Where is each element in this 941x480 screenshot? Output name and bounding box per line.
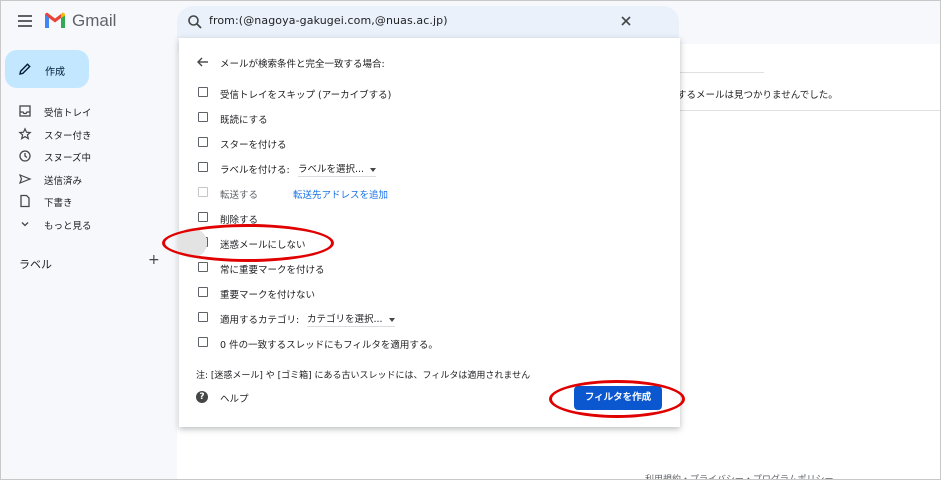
compose-label: 作成: [45, 67, 65, 78]
help-icon: ?: [196, 391, 208, 403]
search-icon[interactable]: [187, 14, 203, 30]
sidebar-item-snoozed[interactable]: スヌーズ中: [0, 145, 175, 168]
option-label: 削除する: [220, 215, 259, 226]
option-never-spam: 迷惑メールにしない: [196, 234, 666, 252]
category-select[interactable]: カテゴリを選択...: [307, 311, 395, 327]
option-delete: 削除する: [196, 209, 666, 227]
option-forward: 転送する 転送先アドレスを追加: [196, 184, 666, 202]
help-label: ヘルプ: [220, 394, 249, 405]
dropdown-arrow-icon: [370, 167, 377, 172]
option-star: スターを付ける: [196, 134, 666, 152]
divider: [680, 110, 941, 111]
option-mark-read: 既読にする: [196, 109, 666, 127]
checkbox[interactable]: [198, 162, 208, 172]
star-icon: [18, 126, 32, 140]
sidebar-item-more[interactable]: もっと見る: [0, 213, 175, 236]
add-label-icon[interactable]: +: [148, 252, 160, 268]
option-label: 0 件の一致するスレッドにもフィルタを適用する。: [220, 340, 438, 351]
option-never-important: 重要マークを付けない: [196, 284, 666, 302]
option-label: 重要マークを付けない: [220, 290, 316, 301]
checkbox[interactable]: [198, 212, 208, 222]
option-label: 受信トレイをスキップ (アーカイブする): [220, 90, 392, 101]
sidebar-nav: 受信トレイ スター付き スヌーズ中 送信済み 下書き もっと見る: [0, 100, 175, 235]
option-apply-existing: 0 件の一致するスレッドにもフィルタを適用する。: [196, 334, 666, 352]
option-label: 既読にする: [220, 115, 268, 126]
main-menu-icon[interactable]: [18, 15, 32, 27]
category-select-value: カテゴリを選択...: [307, 314, 383, 325]
search-input[interactable]: from:(@nagoya-gakugei.com,@nuas.ac.jp): [209, 14, 448, 27]
labels-heading: ラベル: [19, 258, 52, 271]
sidebar-item-inbox[interactable]: 受信トレイ: [0, 100, 175, 123]
sidebar-item-sent[interactable]: 送信済み: [0, 168, 175, 191]
option-label: 迷惑メールにしない: [220, 240, 306, 251]
sidebar-item-label: スヌーズ中: [44, 153, 92, 164]
checkbox[interactable]: [198, 262, 208, 272]
back-arrow-icon[interactable]: [196, 55, 210, 69]
option-apply-label: ラベルを付ける: ラベルを選択...: [196, 159, 666, 177]
sidebar-item-label: もっと見る: [44, 220, 92, 232]
option-label: スターを付ける: [220, 140, 287, 151]
label-select-value: ラベルを選択...: [298, 164, 365, 175]
search-bar[interactable]: from:(@nagoya-gakugei.com,@nuas.ac.jp): [177, 6, 679, 38]
filter-note: 注: [迷惑メール] や [ゴミ箱] にある古いスレッドには、フィルタは適用され…: [196, 371, 531, 381]
option-label: 適用するカテゴリ:: [220, 315, 300, 326]
checkbox[interactable]: [198, 187, 208, 197]
sidebar-item-drafts[interactable]: 下書き: [0, 190, 175, 213]
sidebar-item-label: 送信済み: [44, 175, 83, 187]
option-label: ラベルを付ける:: [220, 165, 290, 176]
app-name: Gmail: [72, 11, 117, 30]
inbox-icon: [19, 105, 31, 117]
option-skip-inbox: 受信トレイをスキップ (アーカイブする): [196, 84, 666, 102]
close-icon[interactable]: [618, 13, 634, 29]
checkbox[interactable]: [198, 87, 208, 97]
sidebar-item-label: スター付き: [44, 130, 92, 142]
add-forwarding-address-link[interactable]: 転送先アドレスを追加: [293, 187, 388, 201]
pencil-icon: [19, 63, 31, 75]
option-always-important: 常に重要マークを付ける: [196, 259, 666, 277]
label-select[interactable]: ラベルを選択...: [298, 161, 377, 177]
checkbox[interactable]: [198, 337, 208, 347]
option-label: 常に重要マークを付ける: [220, 265, 325, 276]
dropdown-arrow-icon: [388, 317, 395, 322]
draft-icon: [20, 194, 30, 208]
checkbox[interactable]: [198, 112, 208, 122]
checkbox[interactable]: [198, 287, 208, 297]
send-icon: [18, 173, 32, 184]
chevron-down-icon: [21, 221, 29, 226]
sidebar-item-label: 受信トレイ: [44, 108, 92, 119]
compose-button[interactable]: 作成: [5, 50, 89, 88]
footer-links[interactable]: 利用規約・プライバシー・プログラムポリシー: [645, 472, 834, 480]
checkbox-focus-ring: [177, 228, 207, 258]
option-category: 適用するカテゴリ: カテゴリを選択...: [196, 309, 666, 327]
filter-dialog: メールが検索条件と完全一致する場合: 受信トレイをスキップ (アーカイブする) …: [179, 38, 680, 427]
option-label: 転送する: [220, 190, 259, 201]
sidebar-item-label: 下書き: [44, 198, 73, 209]
checkbox[interactable]: [198, 312, 208, 322]
checkbox[interactable]: [198, 137, 208, 147]
gmail-logo-icon: [45, 12, 65, 28]
create-filter-button[interactable]: フィルタを作成: [574, 386, 662, 410]
sidebar-item-starred[interactable]: スター付き: [0, 123, 175, 146]
dialog-heading: メールが検索条件と完全一致する場合:: [220, 59, 385, 70]
clock-icon: [19, 150, 31, 162]
no-result-message: するメールは見つかりませんでした。: [677, 90, 838, 101]
